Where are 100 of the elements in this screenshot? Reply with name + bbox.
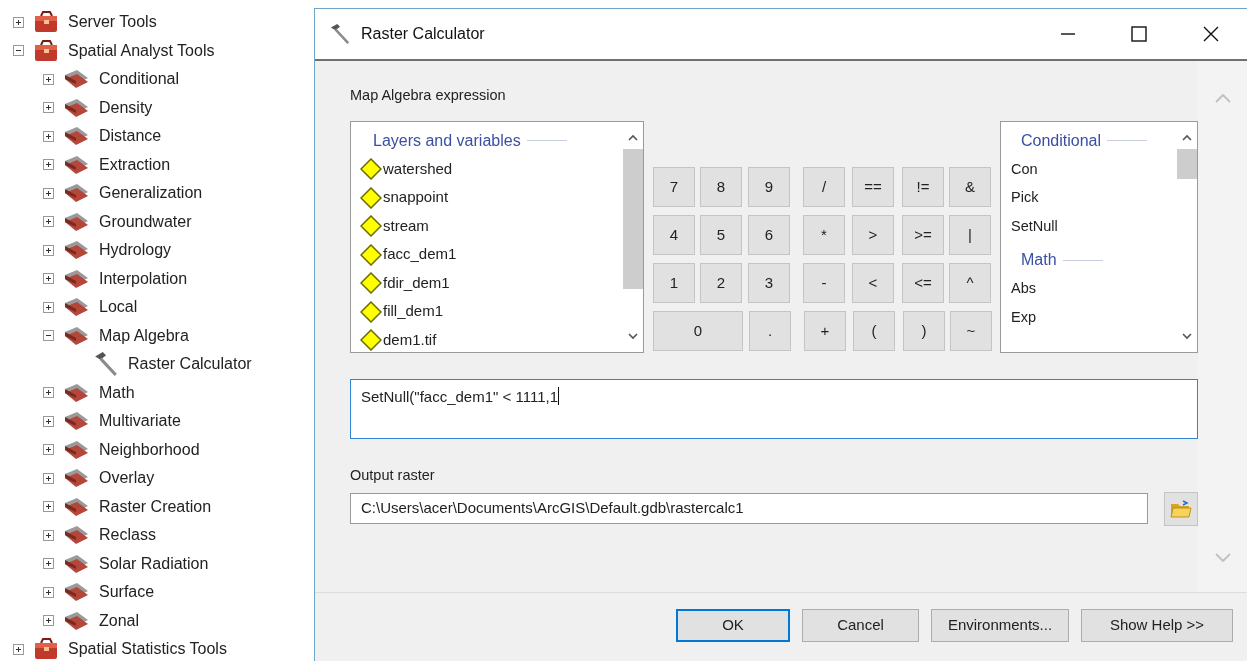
layer-item[interactable]: facc_dem1 — [383, 243, 457, 266]
expand-icon[interactable] — [43, 501, 54, 513]
layer-item[interactable]: fdir_dem1 — [383, 271, 450, 295]
keypad-button[interactable]: 6 — [748, 214, 790, 255]
dialog-button[interactable]: Cancel — [802, 609, 919, 642]
tree-item[interactable]: Zonal — [99, 608, 140, 633]
layer-item[interactable]: snappoint — [383, 186, 449, 209]
output-path: C:\Users\acer\Documents\ArcGIS\Default.gdb\rastercalc1 — [361, 498, 744, 519]
tree-item[interactable]: Raster Calculator — [128, 352, 252, 377]
keypad-button[interactable]: 2 — [700, 262, 742, 303]
expand-icon[interactable] — [43, 216, 54, 228]
expand-icon[interactable] — [43, 244, 54, 256]
expand-icon[interactable] — [43, 615, 54, 627]
keypad-button[interactable]: | — [949, 214, 991, 255]
collapse-icon[interactable] — [43, 330, 54, 342]
keypad-button[interactable]: < — [852, 262, 894, 303]
tree-item[interactable]: Interpolation — [99, 266, 188, 291]
tree-item[interactable]: Raster Creation — [99, 494, 212, 519]
layer-item[interactable]: fill_dem1 — [383, 300, 444, 323]
scroll-down-icon[interactable] — [1182, 332, 1192, 340]
dialog-button[interactable]: Environments... — [931, 609, 1069, 642]
keypad-button[interactable]: ( — [853, 310, 895, 351]
tree-item[interactable]: Solar Radiation — [99, 551, 209, 576]
expand-icon[interactable] — [43, 187, 54, 199]
expand-icon[interactable] — [43, 558, 54, 570]
keypad-button[interactable]: * — [803, 214, 845, 255]
keypad-button[interactable]: / — [803, 166, 845, 207]
output-field[interactable]: C:\Users\acer\Documents\ArcGIS\Default.gdb\rastercalc1 — [350, 493, 1148, 524]
keypad-button[interactable]: 4 — [653, 214, 695, 255]
expand-icon[interactable] — [43, 301, 54, 313]
tool-item[interactable]: Con — [1001, 154, 1177, 184]
keypad-button[interactable]: 7 — [653, 166, 695, 207]
keypad-button[interactable]: > — [852, 214, 894, 255]
collapse-icon[interactable] — [13, 45, 24, 57]
expand-icon[interactable] — [43, 130, 54, 142]
layer-item[interactable]: dem1.tif — [383, 328, 437, 352]
expand-icon[interactable] — [43, 529, 54, 541]
tree-item[interactable]: Map Algebra — [99, 323, 189, 348]
tree-item[interactable]: Density — [99, 95, 153, 120]
keypad-button[interactable]: 8 — [700, 166, 742, 207]
tool-item[interactable]: Exp — [1001, 302, 1177, 332]
keypad-button[interactable]: 0 — [653, 310, 743, 351]
tree-item[interactable]: Extraction — [99, 152, 171, 177]
expand-icon[interactable] — [43, 472, 54, 484]
expand-icon[interactable] — [43, 159, 54, 171]
tree-item[interactable]: Overlay — [99, 466, 155, 491]
tree-item[interactable]: Groundwater — [99, 209, 192, 234]
layer-item[interactable]: stream — [383, 214, 429, 238]
expand-icon[interactable] — [13, 16, 24, 28]
keypad-button[interactable]: 9 — [748, 166, 790, 207]
expand-icon[interactable] — [13, 643, 24, 655]
keypad-button[interactable]: ~ — [950, 310, 992, 351]
keypad-button[interactable]: 3 — [748, 262, 790, 303]
tree-item[interactable]: Hydrology — [99, 238, 172, 263]
dialog-button[interactable]: OK — [676, 609, 790, 642]
layer-item[interactable]: watershed — [383, 157, 453, 181]
expand-icon[interactable] — [43, 444, 54, 456]
keypad-button[interactable]: 1 — [653, 262, 695, 303]
tool-item[interactable]: Abs — [1001, 274, 1177, 303]
tool-item[interactable]: Pick — [1001, 183, 1177, 212]
tree-item[interactable]: Spatial Statistics Tools — [68, 637, 227, 661]
tree-item[interactable]: Surface — [99, 580, 155, 605]
tool-item[interactable]: SetNull — [1001, 211, 1177, 241]
expression-field[interactable]: SetNull("facc_dem1" < 1111,1 — [350, 378, 1198, 439]
tree-item[interactable]: Spatial Analyst Tools — [68, 38, 215, 63]
keypad-button[interactable]: != — [902, 166, 944, 207]
tools-list[interactable]: Conditional Con Pick SetNull Math Abs Exp — [1000, 120, 1198, 353]
keypad-button[interactable]: 5 — [700, 214, 742, 255]
tree-item[interactable]: Reclass — [99, 523, 156, 548]
keypad-button[interactable]: - — [803, 262, 845, 303]
expand-icon[interactable] — [43, 415, 54, 427]
keypad-button[interactable]: ) — [903, 310, 945, 351]
expand-icon[interactable] — [43, 387, 54, 399]
tree-item[interactable]: Math — [99, 380, 135, 405]
scrollbar-thumb[interactable] — [1177, 148, 1197, 179]
tree-item[interactable]: Server Tools — [68, 10, 157, 35]
scrollbar-thumb[interactable] — [623, 148, 643, 289]
dialog-button[interactable]: Show Help >> — [1081, 609, 1233, 642]
scroll-down-icon[interactable] — [628, 332, 638, 340]
keypad-button[interactable]: == — [852, 166, 894, 207]
expand-icon[interactable] — [43, 102, 54, 114]
keypad-button[interactable]: ^ — [949, 262, 991, 303]
keypad-button[interactable]: & — [949, 166, 991, 207]
tree-item[interactable]: Multivariate — [99, 409, 181, 434]
keypad-button[interactable]: <= — [902, 262, 944, 303]
tree-item[interactable]: Conditional — [99, 67, 180, 92]
layers-list[interactable]: Layers and variables watershed snappoint stream facc_dem1 fdir_dem1 fill_dem1 dem1.tif — [350, 120, 644, 353]
window-title: Raster Calculator — [361, 24, 485, 44]
keypad-button[interactable]: . — [749, 310, 791, 351]
tree-item[interactable]: Neighborhood — [99, 437, 200, 462]
expand-icon[interactable] — [43, 273, 54, 285]
tree-item[interactable]: Local — [99, 295, 138, 320]
expand-icon[interactable] — [43, 586, 54, 598]
scroll-up-icon[interactable] — [628, 133, 638, 141]
keypad-button[interactable]: >= — [902, 214, 944, 255]
keypad-button[interactable]: + — [804, 310, 846, 351]
tree-item[interactable]: Distance — [99, 124, 162, 149]
scroll-up-icon[interactable] — [1182, 133, 1192, 141]
expand-icon[interactable] — [43, 73, 54, 85]
tree-item[interactable]: Generalization — [99, 181, 203, 206]
